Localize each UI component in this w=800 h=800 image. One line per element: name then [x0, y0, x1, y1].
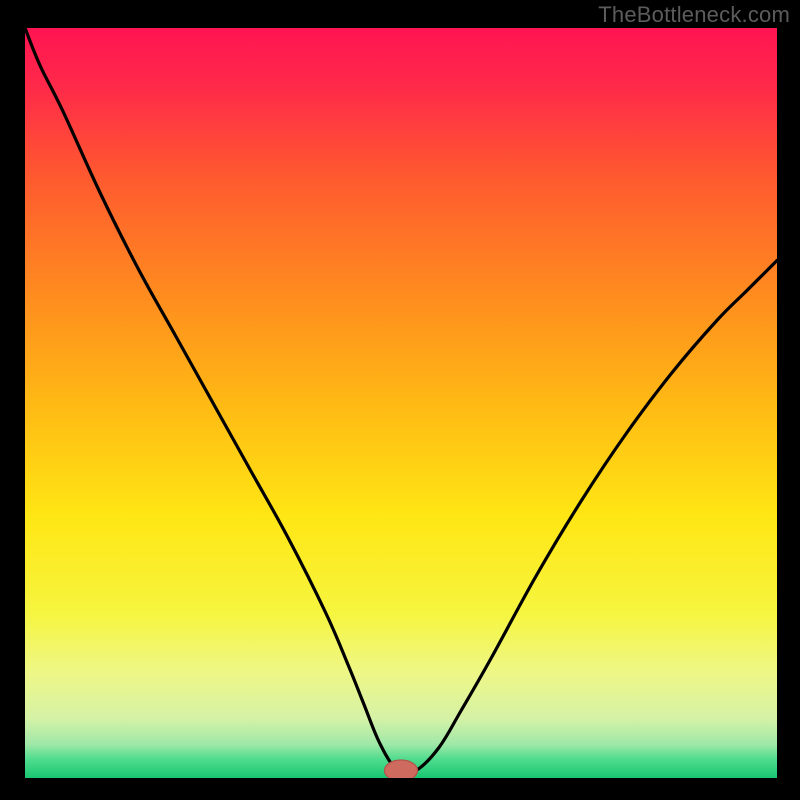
gradient-background	[25, 28, 777, 778]
watermark-text: TheBottleneck.com	[598, 2, 790, 28]
bottleneck-chart	[25, 28, 777, 778]
chart-frame: TheBottleneck.com	[0, 0, 800, 800]
plot-area	[25, 28, 777, 778]
optimal-point-marker	[384, 760, 417, 778]
